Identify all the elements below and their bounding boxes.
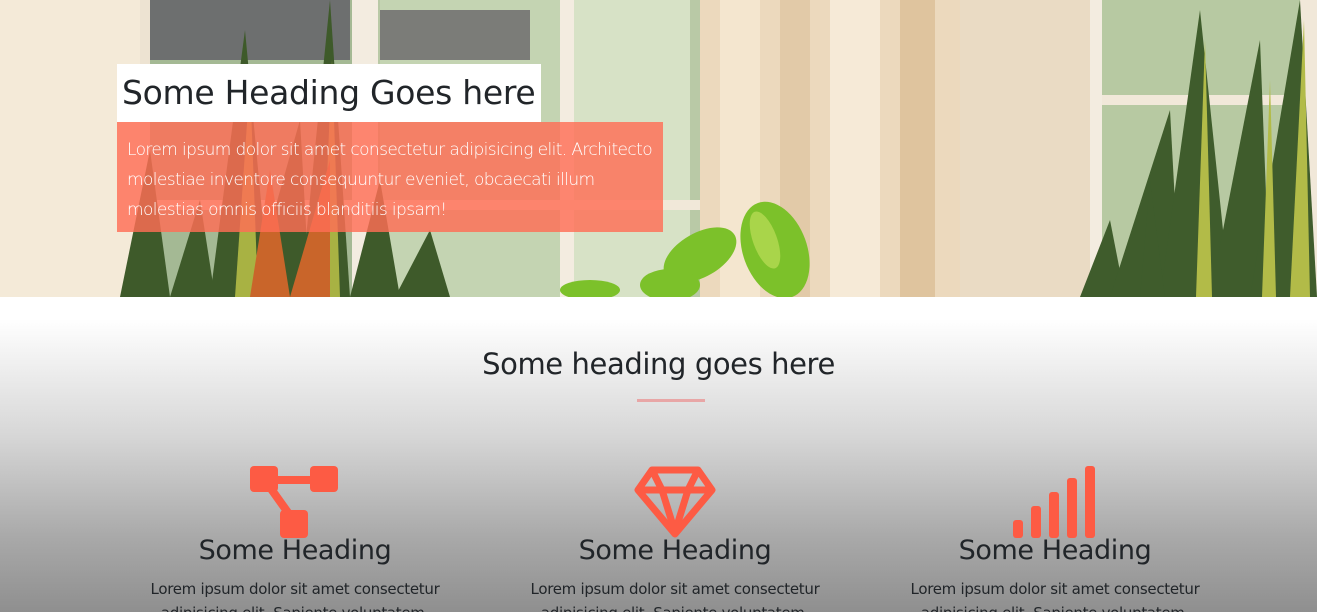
feature-description: Lorem ipsum dolor sit amet consectetur a… — [530, 580, 820, 612]
section-divider — [637, 399, 705, 402]
feature-heading: Some Heading — [958, 535, 1152, 566]
feature-heading: Some Heading — [578, 535, 772, 566]
hero-title-box: Some Heading Goes here — [117, 64, 542, 122]
feature-description: Lorem ipsum dolor sit amet consectetur a… — [150, 580, 440, 612]
hero-title: Some Heading Goes here — [122, 73, 536, 112]
hero-description: Lorem ipsum dolor sit amet consectetur a… — [127, 140, 653, 220]
feature-heading: Some Heading — [198, 535, 392, 566]
features-section: Some heading goes here Some Heading Lore… — [0, 297, 1317, 612]
hero-text-box: Lorem ipsum dolor sit amet consectetur a… — [117, 122, 663, 232]
feature-card: Some Heading Lorem ipsum dolor sit amet … — [485, 457, 865, 612]
sitemap-icon — [250, 466, 338, 538]
gem-icon — [634, 466, 716, 538]
section-title: Some heading goes here — [482, 347, 835, 381]
hero-banner: Some Heading Goes here Lorem ipsum dolor… — [0, 0, 1317, 297]
feature-description: Lorem ipsum dolor sit amet consectetur a… — [910, 580, 1200, 612]
feature-card: Some Heading Lorem ipsum dolor sit amet … — [105, 457, 485, 612]
feature-card: Some Heading Lorem ipsum dolor sit amet … — [865, 457, 1245, 612]
signal-icon — [1013, 466, 1095, 538]
